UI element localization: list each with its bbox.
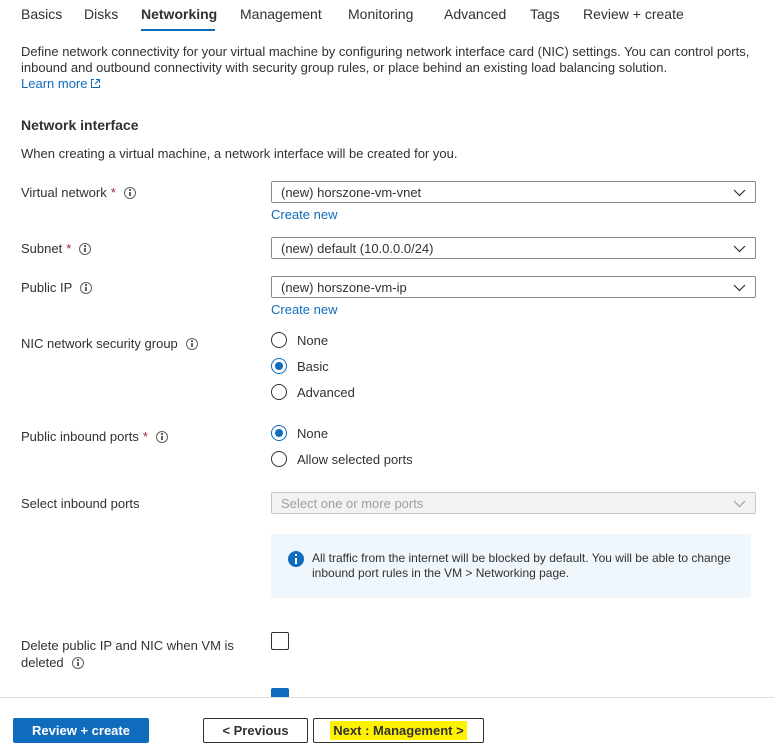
tab-bar: Basics Disks Networking Management Monit… xyxy=(0,0,774,32)
radio-label: Advanced xyxy=(297,384,355,400)
radio-button-selected[interactable] xyxy=(271,358,287,374)
chevron-down-icon xyxy=(733,284,746,292)
info-icon[interactable] xyxy=(185,337,198,350)
previous-label: < Previous xyxy=(222,723,289,738)
learn-more-link[interactable]: Learn more xyxy=(21,76,101,91)
select-inbound-ports-label: Select inbound ports xyxy=(21,496,140,511)
delete-ip-nic-label-line1: Delete public IP and NIC when VM is xyxy=(21,638,234,653)
next-management-label: Next : Management > xyxy=(330,721,467,740)
tab-basics[interactable]: Basics xyxy=(21,6,62,22)
virtual-network-dropdown[interactable]: (new) horszone-vm-vnet xyxy=(271,181,756,203)
active-tab-indicator xyxy=(141,29,215,31)
review-create-label: Review + create xyxy=(32,723,130,738)
learn-more-label: Learn more xyxy=(21,76,88,91)
required-marker: * xyxy=(66,241,72,256)
inbound-option-none[interactable]: None xyxy=(271,425,328,441)
tab-networking[interactable]: Networking xyxy=(141,6,217,22)
info-circle-icon xyxy=(288,551,304,567)
required-marker: * xyxy=(110,185,116,200)
public-ip-dropdown[interactable]: (new) horszone-vm-ip xyxy=(271,276,756,298)
required-marker: * xyxy=(142,429,148,444)
radio-label: None xyxy=(297,332,329,348)
tab-tags[interactable]: Tags xyxy=(530,6,560,22)
select-inbound-ports-label-text: Select inbound ports xyxy=(21,496,140,511)
info-message-box: All traffic from the internet will be bl… xyxy=(271,534,751,598)
radio-button-selected[interactable] xyxy=(271,425,287,441)
subnet-value: (new) default (10.0.0.0/24) xyxy=(281,241,434,256)
radio-button[interactable] xyxy=(271,384,287,400)
radio-label: None xyxy=(297,425,329,441)
tab-management[interactable]: Management xyxy=(240,6,322,22)
public-inbound-ports-label-text: Public inbound ports xyxy=(21,429,139,444)
nsg-option-basic[interactable]: Basic xyxy=(271,358,329,374)
radio-label: Basic xyxy=(297,358,329,374)
info-message-text: All traffic from the internet will be bl… xyxy=(312,551,731,580)
delete-ip-nic-label: Delete public IP and NIC when VM is dele… xyxy=(21,637,234,671)
subnet-label-text: Subnet xyxy=(21,241,63,256)
info-icon[interactable] xyxy=(79,242,92,255)
next-management-button[interactable]: Next : Management > xyxy=(313,718,484,743)
inbound-option-allow-selected[interactable]: Allow selected ports xyxy=(271,451,413,467)
delete-ip-nic-checkbox[interactable] xyxy=(271,632,289,650)
select-inbound-ports-placeholder: Select one or more ports xyxy=(281,496,424,511)
previous-button[interactable]: < Previous xyxy=(203,718,308,743)
public-ip-value: (new) horszone-vm-ip xyxy=(281,280,407,295)
create-new-public-ip-link[interactable]: Create new xyxy=(271,302,337,317)
public-ip-label-text: Public IP xyxy=(21,280,73,295)
footer-bar: Review + create < Previous Next : Manage… xyxy=(0,697,774,754)
info-icon[interactable] xyxy=(155,430,168,443)
tab-monitoring[interactable]: Monitoring xyxy=(348,6,413,22)
tab-review-create[interactable]: Review + create xyxy=(583,6,684,22)
select-inbound-ports-dropdown: Select one or more ports xyxy=(271,492,756,514)
subnet-label: Subnet * xyxy=(21,241,92,256)
public-ip-label: Public IP xyxy=(21,280,93,295)
nsg-option-none[interactable]: None xyxy=(271,332,328,348)
chevron-down-icon xyxy=(733,189,746,197)
subnet-dropdown[interactable]: (new) default (10.0.0.0/24) xyxy=(271,237,756,259)
chevron-down-icon xyxy=(733,245,746,253)
info-icon[interactable] xyxy=(80,281,93,294)
tab-disks[interactable]: Disks xyxy=(84,6,118,22)
delete-ip-nic-label-line2: deleted xyxy=(21,655,64,670)
nic-nsg-label-text: NIC network security group xyxy=(21,336,178,351)
section-title-network-interface: Network interface xyxy=(21,117,139,133)
create-new-vnet-link[interactable]: Create new xyxy=(271,207,337,222)
nsg-option-advanced[interactable]: Advanced xyxy=(271,384,355,400)
radio-label: Allow selected ports xyxy=(297,451,413,467)
info-icon[interactable] xyxy=(71,656,84,669)
page-description: Define network connectivity for your vir… xyxy=(21,44,761,92)
external-link-icon xyxy=(91,79,101,88)
radio-button[interactable] xyxy=(271,332,287,348)
virtual-network-label: Virtual network * xyxy=(21,185,136,200)
review-create-button[interactable]: Review + create xyxy=(13,718,149,743)
virtual-network-value: (new) horszone-vm-vnet xyxy=(281,185,422,200)
section-note: When creating a virtual machine, a netwo… xyxy=(21,146,458,161)
info-icon[interactable] xyxy=(123,186,136,199)
public-inbound-ports-label: Public inbound ports * xyxy=(21,429,168,444)
description-text: Define network connectivity for your vir… xyxy=(21,44,750,75)
chevron-down-icon xyxy=(733,500,746,508)
nic-nsg-label: NIC network security group xyxy=(21,336,198,351)
tab-advanced[interactable]: Advanced xyxy=(444,6,506,22)
virtual-network-label-text: Virtual network xyxy=(21,185,107,200)
radio-button[interactable] xyxy=(271,451,287,467)
